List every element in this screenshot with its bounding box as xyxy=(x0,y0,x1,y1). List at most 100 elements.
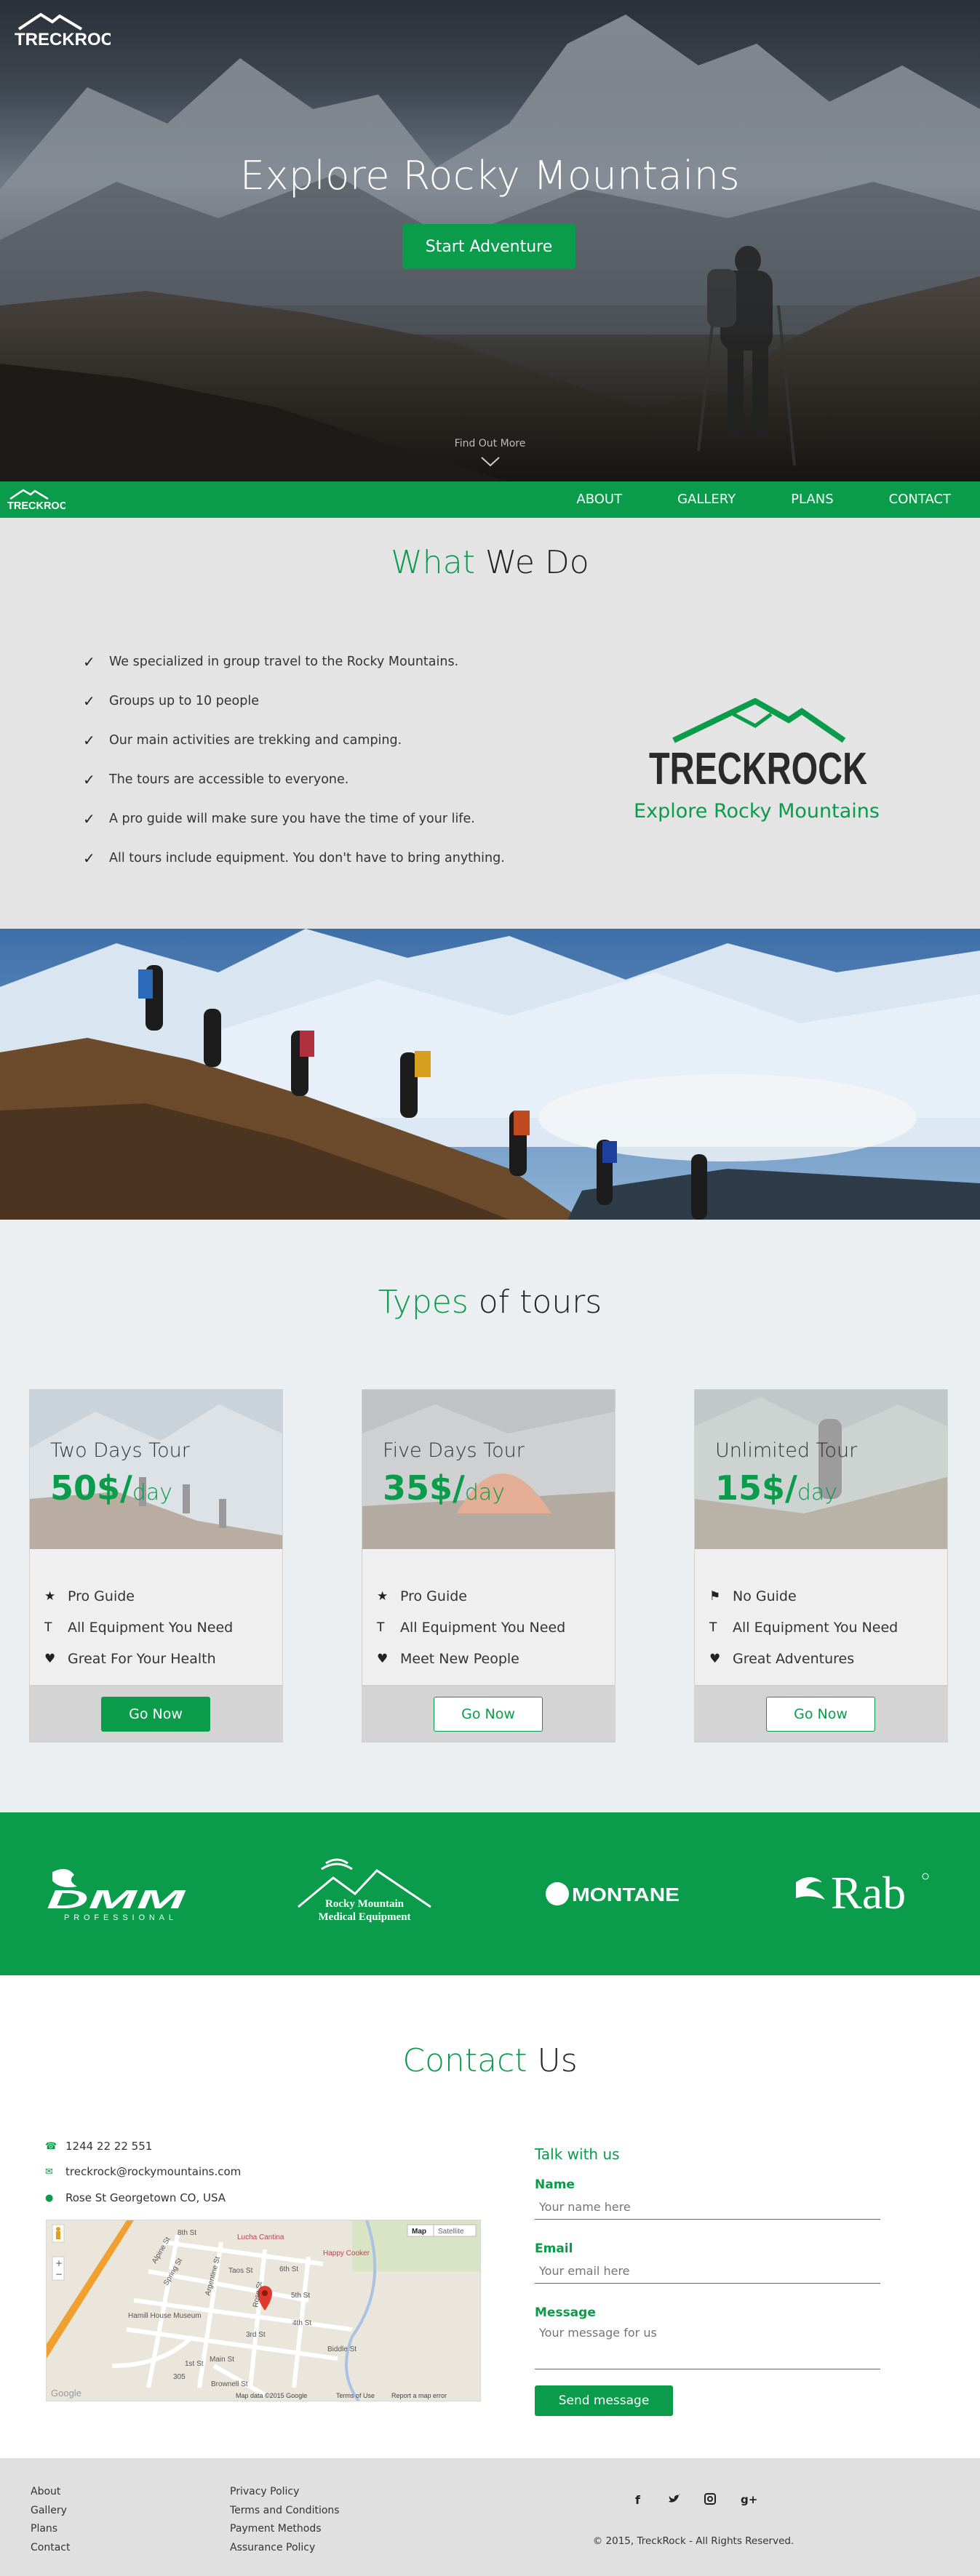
map-label: Happy Cooker xyxy=(323,2249,370,2257)
list-item: ⚑ No Guide xyxy=(709,1580,898,1612)
footer-link-assurance[interactable]: Assurance Policy xyxy=(230,2542,340,2561)
list-item: ✓ All tours include equipment. You don't … xyxy=(83,851,505,890)
go-now-button[interactable]: Go Now xyxy=(101,1697,210,1732)
footer-link-terms[interactable]: Terms and Conditions xyxy=(230,2505,340,2524)
tour-name: Two Days Tour xyxy=(50,1439,190,1462)
go-now-button[interactable]: Go Now xyxy=(766,1697,875,1732)
map-attribution: Map data ©2015 Google xyxy=(236,2392,307,2399)
navbar-logo[interactable]: TRECKROCK xyxy=(6,487,75,516)
hero-logo[interactable]: TRECKROCK xyxy=(12,9,127,55)
map-type-control: Map Satellite xyxy=(407,2224,477,2237)
feature-text: Pro Guide xyxy=(68,1588,135,1604)
map-terms-link[interactable]: Terms of Use xyxy=(336,2392,375,2399)
rab-logo[interactable]: Rab xyxy=(793,1865,931,1923)
flag-icon: ⚑ xyxy=(709,1588,721,1604)
rocky-mountain-medical-logo[interactable]: Rocky Mountain Medical Equipment xyxy=(297,1856,432,1929)
main-navbar: TRECKROCK ABOUT GALLERY PLANS CONTACT xyxy=(0,481,980,518)
nav-item-contact[interactable]: CONTACT xyxy=(889,481,951,518)
location-map[interactable]: Lucha Cantina Happy Cooker Hamill House … xyxy=(46,2220,481,2401)
feature-text: All Equipment You Need xyxy=(400,1619,566,1636)
logo-text: TRECKROCK xyxy=(649,744,867,794)
tour-card-two-days: Two Days Tour 50$/day ★ Pro Guide T All Eq… xyxy=(29,1389,283,1743)
name-field[interactable] xyxy=(535,2195,880,2220)
contact-phone: ☎ 1244 22 22 551 xyxy=(45,2140,152,2153)
list-item-text: A pro guide will make sure you have the … xyxy=(109,812,475,826)
footer-link-gallery[interactable]: Gallery xyxy=(31,2505,70,2524)
email-text[interactable]: treckrock@rockymountains.com xyxy=(65,2165,241,2178)
map-label: Main St xyxy=(210,2356,234,2364)
map-label: 5th St xyxy=(291,2292,310,2300)
montane-logo[interactable]: MONTANE xyxy=(544,1879,682,1911)
title-accent: Types xyxy=(378,1284,469,1321)
message-field[interactable] xyxy=(535,2323,880,2369)
footer-link-about[interactable]: About xyxy=(31,2486,70,2505)
feature-text: Meet New People xyxy=(400,1650,519,1667)
list-item-text: All tours include equipment. You don't h… xyxy=(109,851,505,865)
list-item-text: The tours are accessible to everyone. xyxy=(109,772,349,787)
email-field[interactable] xyxy=(535,2259,880,2284)
tour-card-five-days: Five Days Tour 35$/day ★ Pro Guide T All E… xyxy=(362,1389,616,1743)
twitter-icon[interactable] xyxy=(668,2493,681,2508)
heart-icon: ♥ xyxy=(44,1651,56,1666)
equipment-icon: T xyxy=(44,1620,52,1635)
phone-icon: ☎ xyxy=(45,2140,57,2152)
tour-features: ★ Pro Guide T All Equipment You Need ♥ Grea… xyxy=(44,1580,233,1674)
find-out-more-link[interactable]: Find Out More xyxy=(0,438,980,449)
section-title: What We Do xyxy=(0,544,980,581)
list-item: ♥ Great Adventures xyxy=(709,1643,898,1674)
map-label: 8th St xyxy=(178,2229,196,2237)
nav-item-about[interactable]: ABOUT xyxy=(576,481,622,518)
feature-text: No Guide xyxy=(733,1588,797,1604)
montane-logo-text: MONTANE xyxy=(572,1884,680,1905)
facebook-icon[interactable]: f xyxy=(635,2493,640,2507)
dmm-logo[interactable]: DMM PROFESSIONAL xyxy=(45,1865,191,1923)
go-now-button[interactable]: Go Now xyxy=(434,1697,543,1732)
check-icon: ✓ xyxy=(83,771,95,788)
nav-item-plans[interactable]: PLANS xyxy=(791,481,834,518)
phone-text: 1244 22 22 551 xyxy=(65,2140,153,2153)
list-item: T All Equipment You Need xyxy=(44,1612,233,1643)
footer-link-plans[interactable]: Plans xyxy=(31,2523,70,2542)
title-accent: What xyxy=(391,544,475,581)
check-icon: ✓ xyxy=(83,810,95,828)
start-adventure-button[interactable]: Start Adventure xyxy=(402,224,575,269)
list-item: ★ Pro Guide xyxy=(377,1580,565,1612)
footer-link-contact[interactable]: Contact xyxy=(31,2542,70,2561)
nav-menu: ABOUT GALLERY PLANS CONTACT xyxy=(521,481,951,518)
map-label: Hamill House Museum xyxy=(128,2312,202,2320)
zoom-control[interactable]: + − xyxy=(52,2256,65,2281)
pegman-icon[interactable] xyxy=(52,2224,65,2243)
price-unit: day xyxy=(464,1480,506,1505)
map-report-link[interactable]: Report a map error xyxy=(391,2392,447,2399)
logo-mountain-icon: TRECKROCK xyxy=(15,12,127,49)
tour-name: Unlimited Tour xyxy=(715,1439,858,1462)
features-list: ✓ We specialized in group travel to the R… xyxy=(83,655,505,890)
svg-text:−: − xyxy=(55,2269,63,2279)
heart-icon: ♥ xyxy=(709,1651,721,1666)
nav-item-gallery[interactable]: GALLERY xyxy=(677,481,736,518)
list-item: ✓ We specialized in group travel to the R… xyxy=(83,655,505,694)
instagram-icon[interactable] xyxy=(704,2493,716,2508)
mail-icon: ✉ xyxy=(45,2166,53,2177)
send-message-button[interactable]: Send message xyxy=(535,2385,673,2416)
tour-features: ⚑ No Guide T All Equipment You Need ♥ Great… xyxy=(709,1580,898,1674)
satellite-button[interactable]: Satellite xyxy=(438,2228,464,2236)
hikers-banner-image xyxy=(0,929,980,1220)
map-label: Biddle St xyxy=(327,2345,356,2353)
list-item: ✓ The tours are accessible to everyone. xyxy=(83,772,505,812)
price-unit: day xyxy=(797,1480,838,1505)
googleplus-icon[interactable]: g+ xyxy=(741,2493,757,2506)
tour-price: 15$/day xyxy=(715,1468,837,1508)
address-text: Rose St Georgetown CO, USA xyxy=(65,2191,226,2204)
chevron-down-icon[interactable] xyxy=(479,455,501,468)
list-item: ♥ Great For Your Health xyxy=(44,1643,233,1674)
map-button[interactable]: Map xyxy=(412,2228,426,2236)
map-label: Taos St xyxy=(228,2267,253,2275)
hero-section: TRECKROCK Explore Rocky Mountains Start … xyxy=(0,0,980,481)
footer-link-payment[interactable]: Payment Methods xyxy=(230,2523,340,2542)
list-item: ♥ Meet New People xyxy=(377,1643,565,1674)
footer-link-privacy[interactable]: Privacy Policy xyxy=(230,2486,340,2505)
map-canvas[interactable]: Lucha Cantina Happy Cooker Hamill House … xyxy=(47,2220,481,2401)
logo-mountain-icon: TRECKROCK xyxy=(7,489,75,512)
feature-text: All Equipment You Need xyxy=(733,1619,899,1636)
